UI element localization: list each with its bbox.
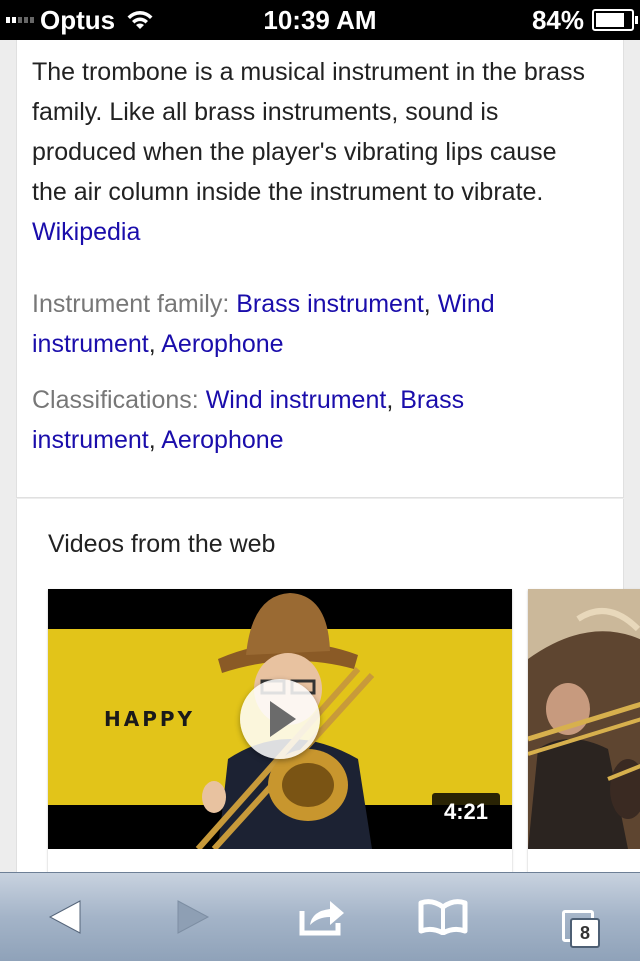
description-text: The trombone is a musical instrument in … [32,58,586,206]
videos-heading: Videos from the web [48,530,276,558]
orchestra-image [528,589,640,849]
share-button[interactable] [278,873,368,961]
tabs-button[interactable]: 8 [526,873,616,961]
share-icon [299,901,344,936]
battery-icon [592,9,638,31]
back-arrow-icon [48,900,81,934]
video-card[interactable] [528,589,640,889]
status-bar: Optus 10:39 AM 84% [0,0,640,40]
bookmarks-button[interactable] [398,873,488,961]
fact-classifications: Classifications: Wind instrument, Brass … [32,386,465,454]
fact-link-wind-instrument[interactable]: Wind instrument [206,386,387,414]
video-card[interactable]: HAPPY 4:21 [48,589,512,889]
tabs-icon: 8 [536,882,606,952]
play-icon [270,701,296,737]
fact-label: Instrument family: [32,290,230,318]
fact-instrument-family: Instrument family: Brass instrument, Win… [32,290,495,358]
browser-toolbar: 8 [0,872,640,961]
instrument-description: The trombone is a musical instrument in … [32,52,592,252]
battery-info: 84% [531,0,638,40]
tab-count: 8 [570,918,600,948]
battery-percentage: 84% [531,4,584,35]
fact-label: Classifications: [32,386,199,414]
forward-button[interactable] [148,873,238,961]
fact-link-brass-instrument[interactable]: Brass instrument [236,290,424,318]
fact-link-aerophone[interactable]: Aerophone [161,426,283,454]
wikipedia-link[interactable]: Wikipedia [32,218,140,246]
back-button[interactable] [20,873,110,961]
play-button[interactable] [240,679,320,759]
bookmarks-icon [418,899,468,935]
video-duration: 4:21 [431,793,500,831]
forward-arrow-icon [177,900,210,934]
video-thumbnail[interactable] [528,589,640,849]
video-thumbnail[interactable]: HAPPY 4:21 [48,589,512,849]
fact-link-aerophone[interactable]: Aerophone [161,330,283,358]
